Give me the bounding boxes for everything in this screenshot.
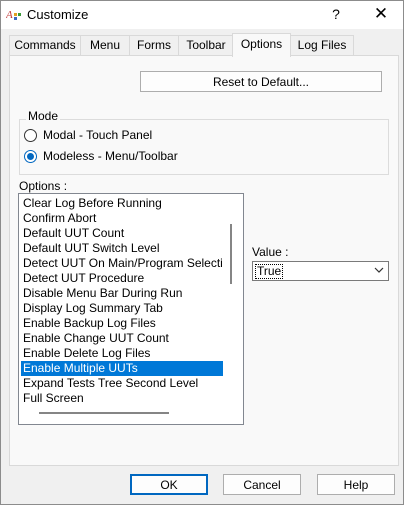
options-listbox[interactable]: Clear Log Before Running Confirm Abort D… bbox=[18, 193, 244, 425]
svg-text:A: A bbox=[6, 9, 13, 21]
vertical-scrollbar[interactable] bbox=[230, 224, 232, 284]
list-item[interactable]: Default UUT Switch Level bbox=[21, 241, 223, 256]
list-item[interactable]: Full Screen bbox=[21, 391, 223, 406]
tab-options[interactable]: Options bbox=[232, 33, 291, 57]
customize-dialog: A Customize ? ✕ Commands Menu Forms Tool… bbox=[0, 0, 404, 505]
tab-forms[interactable]: Forms bbox=[129, 35, 179, 55]
list-item[interactable]: Enable Backup Log Files bbox=[21, 316, 223, 331]
options-panel: Reset to Default... Mode Modal - Touch P… bbox=[9, 55, 399, 466]
list-item[interactable]: Disable Menu Bar During Run bbox=[21, 286, 223, 301]
reset-to-default-button[interactable]: Reset to Default... bbox=[140, 71, 382, 92]
list-item[interactable]: Display Log Summary Tab bbox=[21, 301, 223, 316]
radio-unchecked-icon bbox=[24, 129, 37, 142]
list-item-selected[interactable]: Enable Multiple UUTs bbox=[21, 361, 223, 376]
list-item[interactable]: Clear Log Before Running bbox=[21, 196, 223, 211]
horizontal-scrollbar[interactable] bbox=[39, 412, 169, 414]
app-icon: A bbox=[6, 9, 21, 21]
list-item[interactable]: Expand Tests Tree Second Level bbox=[21, 376, 223, 391]
tab-log-files[interactable]: Log Files bbox=[290, 35, 354, 55]
tab-menu[interactable]: Menu bbox=[80, 35, 130, 55]
help-title-button[interactable]: ? bbox=[325, 4, 347, 24]
ok-button[interactable]: OK bbox=[130, 474, 208, 495]
mode-label: Mode bbox=[26, 109, 61, 123]
chevron-down-icon bbox=[374, 267, 384, 273]
radio-checked-icon bbox=[24, 150, 37, 163]
value-dropdown-selected: True bbox=[255, 264, 284, 279]
list-item[interactable]: Enable Delete Log Files bbox=[21, 346, 223, 361]
tab-toolbar[interactable]: Toolbar bbox=[178, 35, 234, 55]
cancel-button[interactable]: Cancel bbox=[223, 474, 301, 495]
list-item[interactable]: Detect UUT On Main/Program Selection F bbox=[21, 256, 223, 271]
list-item[interactable]: Default UUT Count bbox=[21, 226, 223, 241]
list-item[interactable]: Confirm Abort bbox=[21, 211, 223, 226]
help-button[interactable]: Help bbox=[317, 474, 395, 495]
list-item[interactable]: Detect UUT Procedure bbox=[21, 271, 223, 286]
value-label: Value : bbox=[252, 245, 289, 259]
options-label: Options : bbox=[19, 179, 68, 193]
close-icon[interactable]: ✕ bbox=[369, 4, 393, 24]
title-bar[interactable]: A Customize ? ✕ bbox=[1, 1, 403, 29]
mode-modeless-label: Modeless - Menu/Toolbar bbox=[43, 149, 178, 163]
window-title: Customize bbox=[27, 7, 89, 22]
tab-commands[interactable]: Commands bbox=[9, 35, 81, 55]
value-dropdown[interactable]: True bbox=[252, 261, 389, 281]
mode-modal-label: Modal - Touch Panel bbox=[43, 128, 153, 142]
list-item[interactable]: Enable Change UUT Count bbox=[21, 331, 223, 346]
